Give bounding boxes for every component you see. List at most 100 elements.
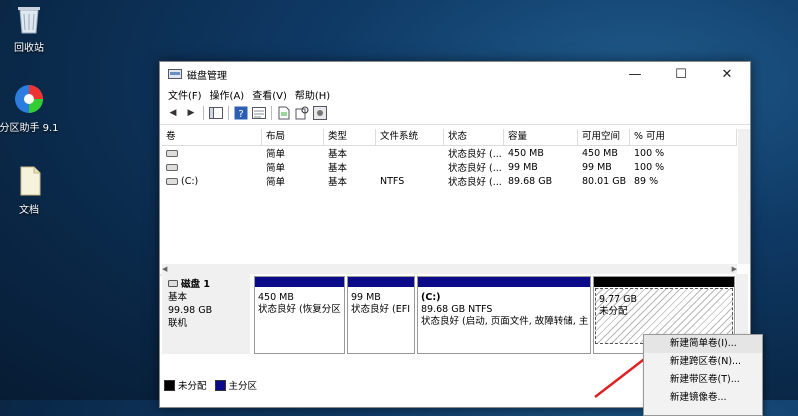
drive-icon [166, 149, 178, 157]
table-row[interactable]: 简单 基本 状态良好 (... 99 MB 99 MB 100 % [162, 160, 737, 174]
partition-recovery[interactable]: 450 MB 状态良好 (恢复分区 [254, 276, 345, 354]
status-cell: 状态良好 (... [448, 149, 502, 160]
settings-icon[interactable] [312, 105, 328, 121]
volume-cell [162, 148, 262, 159]
window-title: 磁盘管理 [187, 70, 227, 82]
help-icon[interactable]: ? [233, 105, 249, 121]
disk-state: 联机 [168, 318, 188, 329]
volume-cell: (C:) [162, 176, 262, 187]
table-row[interactable]: (C:) 简单 基本 NTFS 状态良好 (... 89.68 GB 80.01… [162, 174, 737, 188]
menu-item-new-spanned-volume[interactable]: 新建跨区卷(N)... [644, 353, 762, 371]
menu-file[interactable]: 文件(F) [164, 87, 206, 102]
partition-assistant-icon [12, 82, 46, 116]
percent-free-cell: 100 % [634, 161, 665, 173]
capacity-cell: 89.68 GB [508, 175, 553, 187]
layout-cell: 简单 [266, 163, 286, 174]
filesystem-cell: NTFS [380, 175, 405, 187]
desktop-icon-documents[interactable]: 文档 [0, 164, 64, 216]
partition-size: 450 MB [258, 292, 294, 303]
volume-name: (C:) [181, 175, 199, 187]
partition-size: 99 MB [351, 292, 381, 303]
volume-list: 卷 布局 类型 文件系统 状态 容量 可用空间 % 可用 简单 基本 状态良好 … [162, 129, 737, 188]
primary-partition-bar [348, 277, 414, 287]
column-header-free-space[interactable]: 可用空间 [578, 129, 630, 145]
volume-list-horizontal-scrollbar[interactable]: ◀ ▶ [162, 264, 737, 274]
scroll-left-icon[interactable]: ◀ [162, 265, 167, 273]
legend-item-unallocated: 未分配 [164, 378, 207, 392]
svg-text:?: ? [238, 109, 243, 120]
disk-size: 99.98 GB [168, 305, 213, 316]
disk-type: 基本 [168, 292, 188, 303]
column-header-filesystem[interactable]: 文件系统 [376, 129, 444, 145]
toolbar-divider [203, 106, 204, 120]
desktop-icon-label: 回收站 [14, 43, 44, 54]
column-header-status[interactable]: 状态 [444, 129, 504, 145]
column-header-percent-free[interactable]: % 可用 [630, 129, 737, 145]
disk-name: 磁盘 1 [181, 279, 210, 290]
toolbar: ◀ ▶ ? [160, 102, 750, 125]
capacity-cell: 450 MB [508, 147, 544, 159]
partition-c-drive[interactable]: (C:) 89.68 GB NTFS 状态良好 (启动, 页面文件, 故障转储,… [417, 276, 591, 354]
partition-status: 状态良好 (启动, 页面文件, 故障转储, 主 [421, 316, 589, 327]
document-icon [12, 164, 46, 198]
rescan-disks-icon[interactable] [294, 105, 310, 121]
menu-help[interactable]: 帮助(H) [291, 87, 334, 102]
partition-body: (C:) 89.68 GB NTFS 状态良好 (启动, 页面文件, 故障转储,… [418, 287, 590, 333]
type-cell: 基本 [328, 163, 348, 174]
maximize-button[interactable]: ☐ [658, 62, 704, 86]
volume-cell [162, 162, 262, 173]
percent-free-cell: 89 % [634, 175, 659, 187]
scroll-right-icon[interactable]: ▶ [732, 265, 737, 273]
properties-icon[interactable] [251, 105, 267, 121]
column-header-volume[interactable]: 卷 [162, 129, 262, 145]
partition-status: 状态良好 (恢复分区 [258, 304, 341, 315]
percent-free-cell: 100 % [634, 147, 665, 159]
disk-icon [168, 279, 178, 290]
back-icon[interactable]: ◀ [165, 105, 181, 121]
minimize-button[interactable]: — [612, 62, 658, 86]
desktop-icon-label: 文档 [19, 205, 39, 216]
legend-swatch [214, 379, 226, 391]
free-space-cell: 99 MB [582, 161, 612, 173]
disk-info-panel[interactable]: 磁盘 1 基本 99.98 GB 联机 [162, 274, 250, 354]
partition-status: 状态良好 (EFI [351, 304, 410, 315]
legend-label: 未分配 [178, 381, 207, 392]
free-space-cell: 450 MB [582, 147, 618, 159]
partition-status: 未分配 [599, 306, 628, 317]
free-space-cell: 80.01 GB [582, 175, 627, 187]
menu-item-new-mirrored-volume[interactable]: 新建镜像卷... [644, 389, 762, 407]
desktop-icon-label: 分区助手 9.1 [0, 123, 59, 134]
partition-efi[interactable]: 99 MB 状态良好 (EFI [347, 276, 415, 354]
context-menu: 新建简单卷(I)... 新建跨区卷(N)... 新建带区卷(T)... 新建镜像… [643, 334, 763, 416]
menu-view[interactable]: 查看(V) [248, 87, 291, 102]
desktop-icon-partition-assistant[interactable]: 分区助手 9.1 [0, 82, 64, 134]
drive-icon [166, 163, 178, 171]
column-header-type[interactable]: 类型 [324, 129, 376, 145]
console-tree-icon[interactable] [208, 105, 224, 121]
unallocated-bar [594, 277, 734, 287]
legend: 未分配 主分区 [164, 378, 265, 392]
menu-item-new-striped-volume[interactable]: 新建带区卷(T)... [644, 371, 762, 389]
partition-size: 9.77 GB [599, 294, 638, 305]
close-button[interactable]: ✕ [704, 62, 750, 86]
title-bar[interactable]: 磁盘管理 — ☐ ✕ [160, 62, 750, 86]
layout-cell: 简单 [266, 149, 286, 160]
partition-body: 99 MB 状态良好 (EFI [348, 287, 414, 321]
refresh-icon[interactable] [276, 105, 292, 121]
forward-icon[interactable]: ▶ [183, 105, 199, 121]
column-header-layout[interactable]: 布局 [262, 129, 324, 145]
desktop-icon-recycle-bin[interactable]: 回收站 [0, 2, 64, 54]
primary-partition-bar [255, 277, 344, 287]
menu-action[interactable]: 操作(A) [206, 87, 249, 102]
legend-item-primary: 主分区 [214, 378, 257, 392]
status-cell: 状态良好 (... [448, 177, 502, 188]
disk-management-icon [168, 68, 182, 80]
menu-item-new-simple-volume[interactable]: 新建简单卷(I)... [644, 335, 762, 353]
type-cell: 基本 [328, 149, 348, 160]
partition-size: 89.68 GB NTFS [421, 304, 493, 315]
column-header-capacity[interactable]: 容量 [504, 129, 578, 145]
table-row[interactable]: 简单 基本 状态良好 (... 450 MB 450 MB 100 % [162, 146, 737, 160]
layout-cell: 简单 [266, 177, 286, 188]
volume-list-scrollbar[interactable] [738, 129, 750, 264]
status-cell: 状态良好 (... [448, 163, 502, 174]
